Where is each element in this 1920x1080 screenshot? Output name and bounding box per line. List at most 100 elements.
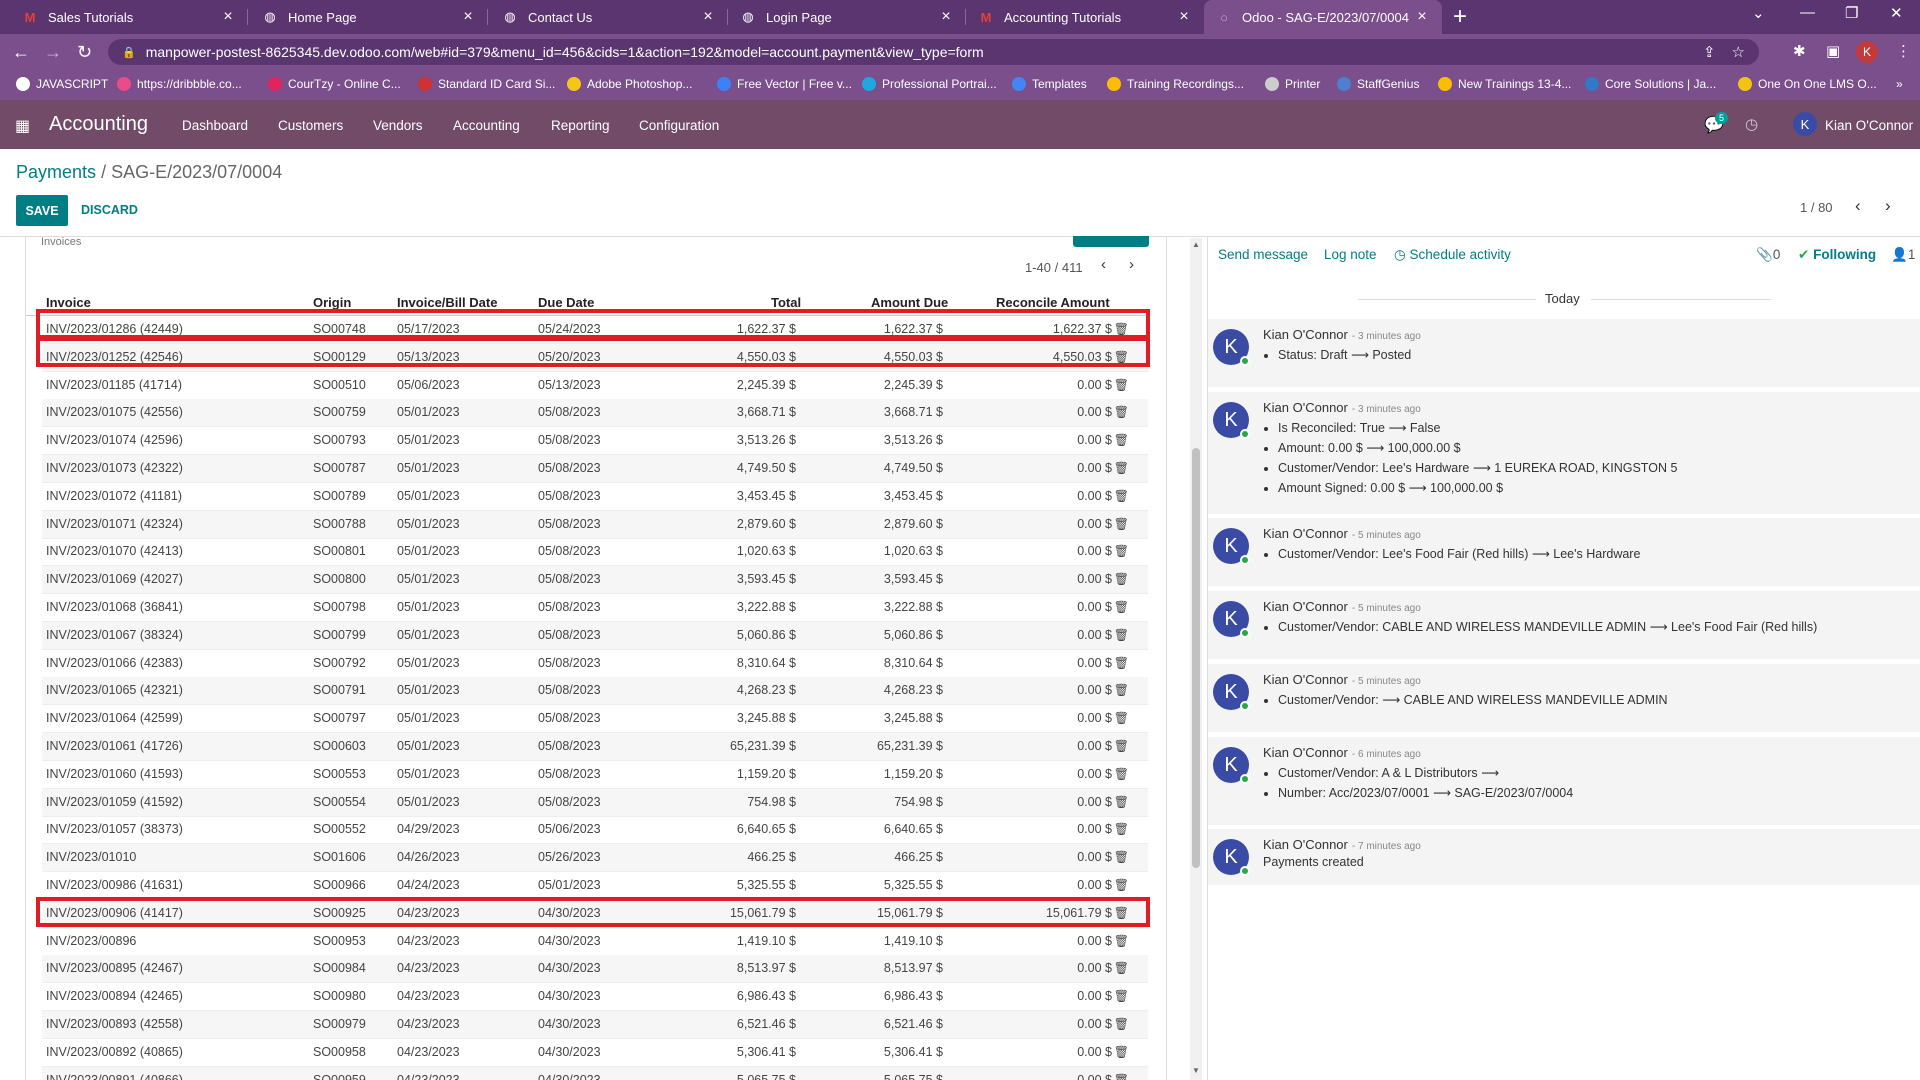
table-row[interactable]: INV/2023/01252 (42546) SO00129 05/13/2023 0…	[42, 343, 1148, 372]
trash-icon[interactable]: 🗑	[1114, 934, 1129, 948]
pager-prev-icon[interactable]: ‹	[1855, 196, 1861, 216]
menu-accounting[interactable]: Accounting	[453, 118, 520, 133]
message-author[interactable]: Kian O'Connor	[1263, 672, 1348, 687]
cell-reconcile-amount[interactable]: 0.00 $	[1077, 600, 1112, 614]
cell-reconcile-amount[interactable]: 4,550.03 $	[1053, 350, 1112, 364]
table-row[interactable]: INV/2023/01066 (42383) SO00792 05/01/2023 0…	[42, 650, 1148, 678]
table-row[interactable]: INV/2023/01010 SO01606 04/26/2023 05/26/202…	[42, 844, 1148, 873]
url-field[interactable]: 🔒 manpower-postest-8625345.dev.odoo.com/…	[108, 39, 1759, 65]
table-row[interactable]: INV/2023/01075 (42556) SO00759 05/01/2023 0…	[42, 399, 1148, 428]
cell-reconcile-amount[interactable]: 0.00 $	[1077, 405, 1112, 419]
more-bookmarks-icon[interactable]: »	[1896, 77, 1903, 91]
table-row[interactable]: INV/2023/00893 (42558) SO00979 04/23/2023 0…	[42, 1011, 1148, 1039]
list-prev-icon[interactable]: ‹	[1101, 256, 1106, 273]
message-author[interactable]: Kian O'Connor	[1263, 400, 1348, 415]
cell-reconcile-amount[interactable]: 0.00 $	[1077, 822, 1112, 836]
menu-customers[interactable]: Customers	[278, 118, 343, 133]
close-tab-icon[interactable]: ×	[1414, 8, 1430, 26]
trash-icon[interactable]: 🗑	[1114, 544, 1129, 558]
cell-reconcile-amount[interactable]: 0.00 $	[1077, 1017, 1112, 1031]
trash-icon[interactable]: 🗑	[1114, 405, 1129, 419]
trash-icon[interactable]: 🗑	[1114, 322, 1129, 336]
minimize-button[interactable]: —	[1800, 4, 1815, 21]
cell-reconcile-amount[interactable]: 0.00 $	[1077, 850, 1112, 864]
browser-tab[interactable]: ◍ Login Page ×	[728, 0, 966, 34]
col-reconcile-amount[interactable]: Reconcile Amount	[996, 295, 1110, 310]
table-row[interactable]: INV/2023/01059 (41592) SO00554 05/01/2023 0…	[42, 788, 1148, 817]
followers-button[interactable]: 👤1	[1891, 247, 1915, 263]
bookmark-item[interactable]: Professional Portrai...	[862, 77, 997, 91]
bookmark-star-icon[interactable]: ☆	[1732, 43, 1745, 61]
cell-reconcile-amount[interactable]: 0.00 $	[1077, 683, 1112, 697]
list-pager[interactable]: 1-40 / 411	[1025, 260, 1083, 275]
table-row[interactable]: INV/2023/01073 (42322) SO00787 05/01/2023 0…	[42, 455, 1148, 483]
message-author[interactable]: Kian O'Connor	[1263, 526, 1348, 541]
browser-tab[interactable]: ◍ Contact Us ×	[490, 0, 728, 34]
trash-icon[interactable]: 🗑	[1114, 711, 1129, 725]
cell-reconcile-amount[interactable]: 0.00 $	[1077, 739, 1112, 753]
cell-reconcile-amount[interactable]: 0.00 $	[1077, 878, 1112, 892]
new-tab-button[interactable]: +	[1453, 3, 1467, 31]
bookmark-item[interactable]: One On One LMS O...	[1738, 77, 1877, 91]
forward-icon[interactable]: →	[44, 42, 62, 63]
browser-tab[interactable]: M Accounting Tutorials ×	[966, 0, 1204, 34]
record-pager[interactable]: 1 / 80	[1800, 200, 1833, 215]
schedule-activity-button[interactable]: ◷ Schedule activity	[1394, 247, 1511, 263]
table-row[interactable]: INV/2023/01074 (42596) SO00793 05/01/2023 0…	[42, 427, 1148, 456]
trash-icon[interactable]: 🗑	[1114, 628, 1129, 642]
extensions-icon[interactable]: ✱	[1793, 42, 1806, 60]
cell-reconcile-amount[interactable]: 0.00 $	[1077, 544, 1112, 558]
menu-dashboard[interactable]: Dashboard	[182, 118, 248, 133]
col-amount-due[interactable]: Amount Due	[871, 295, 948, 310]
cell-reconcile-amount[interactable]: 1,622.37 $	[1053, 322, 1112, 336]
bookmark-item[interactable]: JAVASCRIPT	[16, 77, 108, 91]
bookmark-item[interactable]: Core Solutions | Ja...	[1585, 77, 1716, 91]
send-message-button[interactable]: Send message	[1218, 247, 1308, 262]
bookmark-item[interactable]: CourTzy - Online C...	[268, 77, 401, 91]
log-note-button[interactable]: Log note	[1324, 247, 1377, 262]
table-row[interactable]: INV/2023/01185 (41714) SO00510 05/06/2023 0…	[42, 372, 1148, 400]
list-next-icon[interactable]: ›	[1129, 256, 1134, 273]
tab-search-icon[interactable]: ⌄	[1752, 4, 1765, 22]
share-icon[interactable]: ⇪	[1703, 43, 1716, 61]
close-tab-icon[interactable]: ×	[220, 8, 236, 26]
cell-reconcile-amount[interactable]: 0.00 $	[1077, 378, 1112, 392]
cell-reconcile-amount[interactable]: 0.00 $	[1077, 628, 1112, 642]
bookmark-item[interactable]: Printer	[1265, 77, 1320, 91]
cell-reconcile-amount[interactable]: 0.00 $	[1077, 1073, 1112, 1080]
side-panel-icon[interactable]: ▣	[1826, 42, 1840, 60]
col-invoice[interactable]: Invoice	[46, 295, 91, 310]
browser-tab[interactable]: M Sales Tutorials ×	[10, 0, 248, 34]
close-tab-icon[interactable]: ×	[1176, 8, 1192, 26]
table-row[interactable]: INV/2023/00896 SO00953 04/23/2023 04/30/202…	[42, 928, 1148, 956]
table-row[interactable]: INV/2023/01068 (36841) SO00798 05/01/2023 0…	[42, 594, 1148, 622]
trash-icon[interactable]: 🗑	[1114, 795, 1129, 809]
bookmark-item[interactable]: Training Recordings...	[1107, 77, 1244, 91]
table-row[interactable]: INV/2023/01060 (41593) SO00553 05/01/2023 0…	[42, 761, 1148, 789]
col-due-date[interactable]: Due Date	[538, 295, 594, 310]
reload-icon[interactable]: ↻	[77, 42, 92, 63]
message-author[interactable]: Kian O'Connor	[1263, 837, 1348, 852]
col-origin[interactable]: Origin	[313, 295, 351, 310]
table-row[interactable]: INV/2023/01286 (42449) SO00748 05/17/2023 0…	[42, 316, 1148, 344]
cell-reconcile-amount[interactable]: 0.00 $	[1077, 934, 1112, 948]
activity-clock-icon[interactable]: ◷	[1745, 115, 1758, 133]
trash-icon[interactable]: 🗑	[1114, 433, 1129, 447]
trash-icon[interactable]: 🗑	[1114, 1045, 1129, 1059]
cell-reconcile-amount[interactable]: 0.00 $	[1077, 961, 1112, 975]
cell-reconcile-amount[interactable]: 0.00 $	[1077, 1045, 1112, 1059]
save-button[interactable]: SAVE	[16, 195, 68, 226]
close-tab-icon[interactable]: ×	[938, 8, 954, 26]
trash-icon[interactable]: 🗑	[1114, 850, 1129, 864]
table-row[interactable]: INV/2023/01061 (41726) SO00603 05/01/2023 0…	[42, 733, 1148, 761]
browser-tab[interactable]: ○ Odoo - SAG-E/2023/07/0004 ×	[1204, 0, 1442, 34]
col-invoice-date[interactable]: Invoice/Bill Date	[397, 295, 497, 310]
table-row[interactable]: INV/2023/01070 (42413) SO00801 05/01/2023 0…	[42, 538, 1148, 567]
trash-icon[interactable]: 🗑	[1114, 572, 1129, 586]
trash-icon[interactable]: 🗑	[1114, 461, 1129, 475]
table-row[interactable]: INV/2023/00891 (40866) SO00959 04/23/2023 0…	[42, 1066, 1148, 1080]
scroll-down-icon[interactable]: ▼	[1192, 1066, 1200, 1075]
close-tab-icon[interactable]: ×	[460, 8, 476, 26]
breadcrumb-payments[interactable]: Payments	[16, 162, 96, 182]
trash-icon[interactable]: 🗑	[1114, 906, 1129, 920]
